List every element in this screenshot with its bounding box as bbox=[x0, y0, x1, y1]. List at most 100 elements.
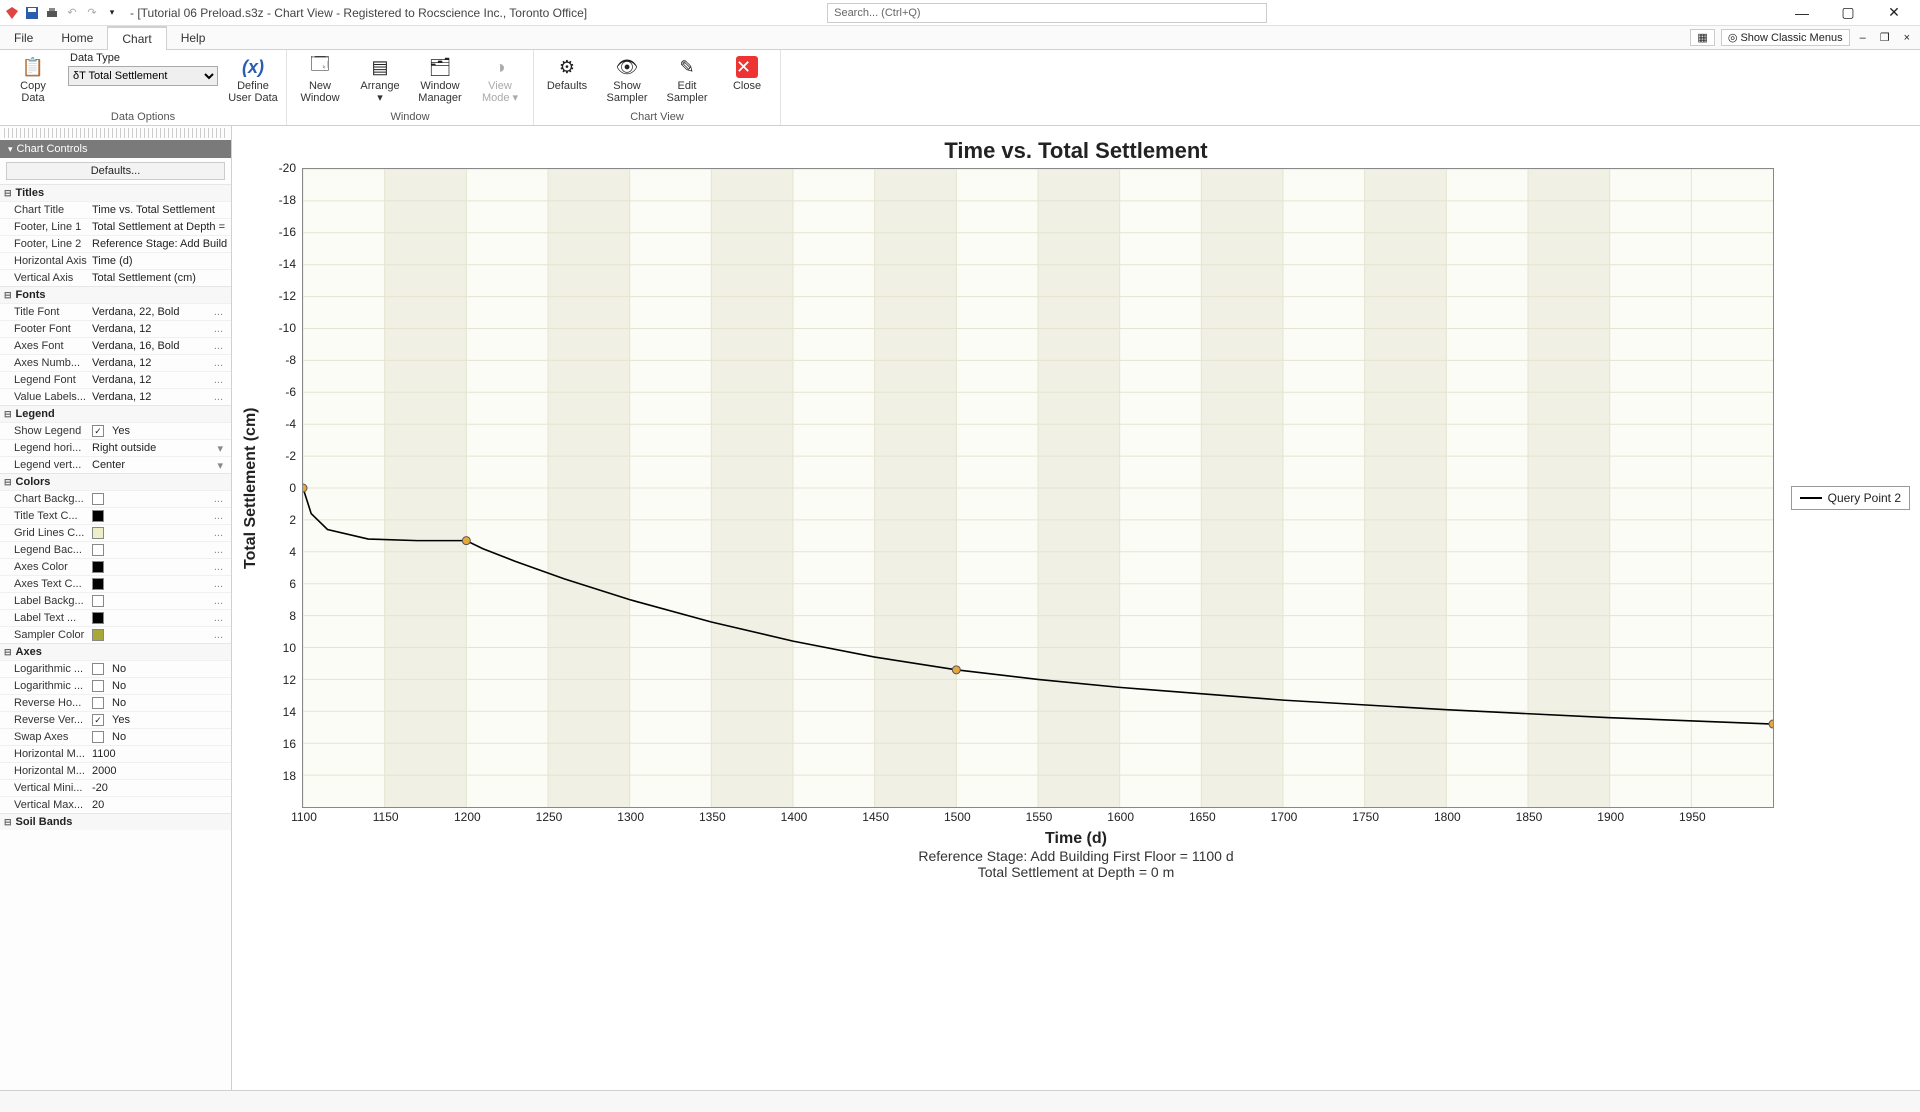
define-user-data-button[interactable]: (x) Define User Data bbox=[228, 52, 278, 104]
ellipsis-button[interactable]: ... bbox=[210, 391, 227, 403]
redo-icon[interactable]: ↷ bbox=[84, 5, 100, 21]
ellipsis-button[interactable]: ... bbox=[210, 527, 227, 539]
color-swatch[interactable] bbox=[92, 544, 104, 556]
minimize-button[interactable]: — bbox=[1788, 3, 1816, 23]
prop-row[interactable]: Axes Text C...... bbox=[0, 575, 231, 592]
chevron-down-icon[interactable]: ▾ bbox=[213, 442, 227, 455]
section-axes[interactable]: Axes bbox=[0, 644, 231, 660]
defaults-button[interactable]: ⚙Defaults bbox=[542, 52, 592, 92]
arrange-button[interactable]: ▤Arrange▾ bbox=[355, 52, 405, 104]
prop-row[interactable]: Label Backg...... bbox=[0, 592, 231, 609]
prop-row[interactable]: Chart TitleTime vs. Total Settlement bbox=[0, 201, 231, 218]
plot-region[interactable] bbox=[302, 168, 1774, 808]
menu-file[interactable]: File bbox=[0, 26, 47, 49]
prop-row[interactable]: Swap AxesNo bbox=[0, 728, 231, 745]
prop-row[interactable]: Vertical Max...20 bbox=[0, 796, 231, 813]
show-classic-menus-button[interactable]: ◎ Show Classic Menus bbox=[1721, 29, 1850, 46]
ellipsis-button[interactable]: ... bbox=[210, 306, 227, 318]
print-icon[interactable] bbox=[44, 5, 60, 21]
edit-sampler-button[interactable]: ✎Edit Sampler bbox=[662, 52, 712, 104]
prop-row[interactable]: Show Legend✓Yes bbox=[0, 422, 231, 439]
ellipsis-button[interactable]: ... bbox=[210, 629, 227, 641]
color-swatch[interactable] bbox=[92, 612, 104, 624]
search-input[interactable]: Search... (Ctrl+Q) bbox=[827, 3, 1267, 23]
prop-row[interactable]: Footer FontVerdana, 12... bbox=[0, 320, 231, 337]
prop-row[interactable]: Title Text C...... bbox=[0, 507, 231, 524]
ellipsis-button[interactable]: ... bbox=[210, 493, 227, 505]
close-chart-button[interactable]: ✕Close bbox=[722, 52, 772, 92]
section-legend[interactable]: Legend bbox=[0, 406, 231, 422]
mdi-restore-icon[interactable]: ❐ bbox=[1876, 31, 1894, 44]
ellipsis-button[interactable]: ... bbox=[210, 561, 227, 573]
color-swatch[interactable] bbox=[92, 527, 104, 539]
prop-row[interactable]: Label Text ...... bbox=[0, 609, 231, 626]
prop-row[interactable]: Legend hori...Right outside▾ bbox=[0, 439, 231, 456]
checkbox-icon[interactable] bbox=[92, 731, 104, 743]
ellipsis-button[interactable]: ... bbox=[210, 357, 227, 369]
prop-row[interactable]: Title FontVerdana, 22, Bold... bbox=[0, 303, 231, 320]
checkbox-icon[interactable] bbox=[92, 680, 104, 692]
qat-dropdown-icon[interactable]: ▾ bbox=[104, 5, 120, 21]
prop-row[interactable]: Legend Bac...... bbox=[0, 541, 231, 558]
prop-row[interactable]: Sampler Color... bbox=[0, 626, 231, 643]
panel-grip[interactable] bbox=[4, 128, 227, 138]
window-manager-button[interactable]: 🗂Window Manager bbox=[415, 52, 465, 104]
checkbox-icon[interactable]: ✓ bbox=[92, 714, 104, 726]
layout-options-icon[interactable]: ▦ bbox=[1690, 29, 1714, 46]
prop-row[interactable]: Legend FontVerdana, 12... bbox=[0, 371, 231, 388]
section-soil-bands[interactable]: Soil Bands bbox=[0, 814, 231, 830]
checkbox-icon[interactable]: ✓ bbox=[92, 425, 104, 437]
menu-home[interactable]: Home bbox=[47, 26, 107, 49]
checkbox-icon[interactable] bbox=[92, 663, 104, 675]
mdi-minimize-icon[interactable]: – bbox=[1856, 32, 1870, 44]
prop-row[interactable]: Logarithmic ...No bbox=[0, 660, 231, 677]
prop-row[interactable]: Axes Numb...Verdana, 12... bbox=[0, 354, 231, 371]
data-type-select[interactable]: δT Total Settlement bbox=[68, 66, 218, 86]
save-icon[interactable] bbox=[24, 5, 40, 21]
ellipsis-button[interactable]: ... bbox=[210, 578, 227, 590]
maximize-button[interactable]: ▢ bbox=[1834, 3, 1862, 23]
ellipsis-button[interactable]: ... bbox=[210, 374, 227, 386]
color-swatch[interactable] bbox=[92, 629, 104, 641]
prop-row[interactable]: Axes Color... bbox=[0, 558, 231, 575]
ellipsis-button[interactable]: ... bbox=[210, 595, 227, 607]
prop-row[interactable]: Value Labels...Verdana, 12... bbox=[0, 388, 231, 405]
section-colors[interactable]: Colors bbox=[0, 474, 231, 490]
undo-icon[interactable]: ↶ bbox=[64, 5, 80, 21]
prop-row[interactable]: Horizontal M...1100 bbox=[0, 745, 231, 762]
prop-row[interactable]: Vertical Mini...-20 bbox=[0, 779, 231, 796]
color-swatch[interactable] bbox=[92, 510, 104, 522]
mdi-close-icon[interactable]: × bbox=[1900, 32, 1914, 44]
ellipsis-button[interactable]: ... bbox=[210, 612, 227, 624]
prop-row[interactable]: Axes FontVerdana, 16, Bold... bbox=[0, 337, 231, 354]
section-titles[interactable]: Titles bbox=[0, 185, 231, 201]
legend[interactable]: Query Point 2 bbox=[1791, 486, 1910, 510]
prop-row[interactable]: Horizontal M...2000 bbox=[0, 762, 231, 779]
chart-controls-header[interactable]: Chart Controls bbox=[0, 140, 231, 158]
ellipsis-button[interactable]: ... bbox=[210, 340, 227, 352]
menu-help[interactable]: Help bbox=[167, 26, 220, 49]
menu-chart[interactable]: Chart bbox=[107, 26, 166, 50]
prop-row[interactable]: Legend vert...Center▾ bbox=[0, 456, 231, 473]
color-swatch[interactable] bbox=[92, 561, 104, 573]
ellipsis-button[interactable]: ... bbox=[210, 323, 227, 335]
section-fonts[interactable]: Fonts bbox=[0, 287, 231, 303]
show-sampler-button[interactable]: 👁Show Sampler bbox=[602, 52, 652, 104]
prop-row[interactable]: Chart Backg...... bbox=[0, 490, 231, 507]
color-swatch[interactable] bbox=[92, 493, 104, 505]
prop-row[interactable]: Reverse Ho...No bbox=[0, 694, 231, 711]
close-button[interactable]: ✕ bbox=[1880, 3, 1908, 23]
prop-row[interactable]: Footer, Line 2Reference Stage: Add Build… bbox=[0, 235, 231, 252]
sidebar-defaults-button[interactable]: Defaults... bbox=[6, 162, 225, 180]
checkbox-icon[interactable] bbox=[92, 697, 104, 709]
prop-row[interactable]: Footer, Line 1Total Settlement at Depth … bbox=[0, 218, 231, 235]
ellipsis-button[interactable]: ... bbox=[210, 544, 227, 556]
new-window-button[interactable]: 🗔New Window bbox=[295, 52, 345, 104]
prop-row[interactable]: Grid Lines C...... bbox=[0, 524, 231, 541]
prop-row[interactable]: Horizontal AxisTime (d) bbox=[0, 252, 231, 269]
chevron-down-icon[interactable]: ▾ bbox=[213, 459, 227, 472]
ellipsis-button[interactable]: ... bbox=[210, 510, 227, 522]
color-swatch[interactable] bbox=[92, 578, 104, 590]
copy-data-button[interactable]: 📋 Copy Data bbox=[8, 52, 58, 104]
prop-row[interactable]: Vertical AxisTotal Settlement (cm) bbox=[0, 269, 231, 286]
